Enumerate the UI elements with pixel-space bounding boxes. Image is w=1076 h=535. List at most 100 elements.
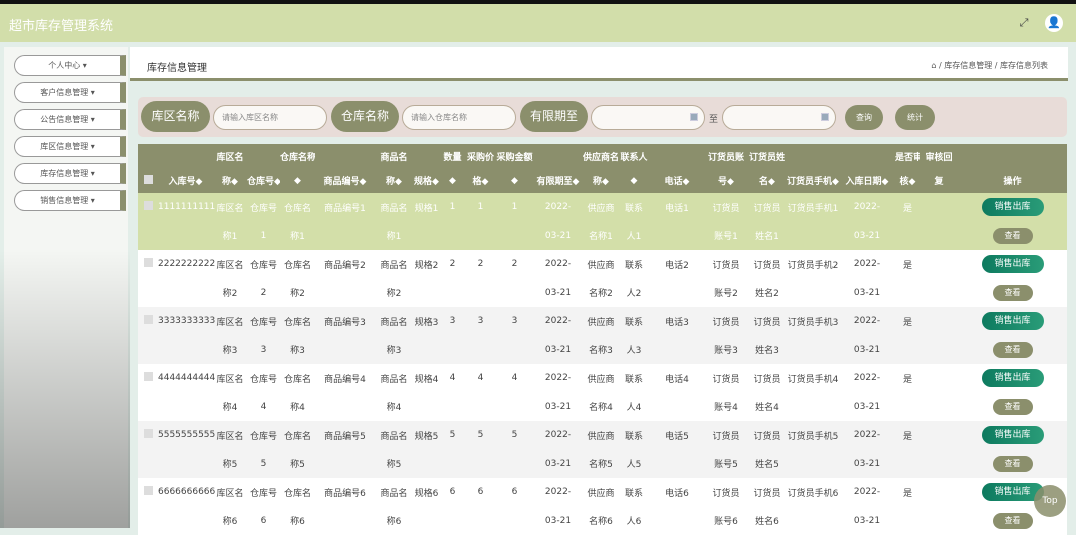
table-row[interactable]: 称55称5称503-21名称5人5账号5姓名503-21查看: [138, 450, 1067, 479]
cell-code: [315, 336, 375, 365]
column-header: 数量: [440, 144, 465, 169]
column-header[interactable]: 核◆: [895, 169, 920, 194]
sale-out-button[interactable]: 销售出库: [982, 426, 1044, 444]
column-header[interactable]: 称◆: [375, 169, 413, 194]
select-all-checkbox[interactable]: [144, 175, 153, 184]
expiry-start-input[interactable]: [591, 105, 705, 130]
cell-oname: 姓名6: [747, 507, 787, 535]
view-button[interactable]: 查看: [993, 285, 1033, 301]
sale-out-button[interactable]: 销售出库: [982, 198, 1044, 216]
table-row[interactable]: 2222222222库区名仓库号仓库名商品编号2商品名规格22222022-供应…: [138, 250, 1067, 279]
row-checkbox[interactable]: [144, 486, 153, 495]
column-header[interactable]: 入库日期◆: [839, 169, 895, 194]
table-row[interactable]: 称11称1称103-21名称1人1账号1姓名103-21查看: [138, 222, 1067, 251]
table-row[interactable]: 称66称6称603-21名称6人6账号6姓名603-21查看: [138, 507, 1067, 535]
cell-wno: 5: [247, 450, 280, 479]
cell-wno: 3: [247, 336, 280, 365]
cell-id: [158, 507, 213, 535]
view-button[interactable]: 查看: [993, 399, 1033, 415]
table-row[interactable]: 3333333333库区名仓库号仓库名商品编号3商品名规格33332022-供应…: [138, 307, 1067, 336]
sale-out-button[interactable]: 销售出库: [982, 312, 1044, 330]
table-row[interactable]: 称33称3称303-21名称3人3账号3姓名303-21查看: [138, 336, 1067, 365]
table-row[interactable]: 5555555555库区名仓库号仓库名商品编号5商品名规格55552022-供应…: [138, 421, 1067, 450]
stats-button[interactable]: 统计: [895, 105, 935, 130]
column-header[interactable]: 称◆: [213, 169, 247, 194]
table-row[interactable]: 6666666666库区名仓库号仓库名商品编号6商品名规格66662022-供应…: [138, 478, 1067, 507]
sidebar-item-sales[interactable]: 销售信息管理 ▾: [14, 190, 126, 211]
column-header[interactable]: 电话◆: [649, 169, 705, 194]
home-icon[interactable]: ⌂: [931, 61, 936, 70]
sale-out-button[interactable]: 销售出库: [982, 369, 1044, 387]
table-row[interactable]: 4444444444库区名仓库号仓库名商品编号4商品名规格44442022-供应…: [138, 364, 1067, 393]
cell-code: 商品编号6: [315, 478, 375, 507]
column-header[interactable]: 复: [920, 169, 958, 194]
sale-out-button[interactable]: 销售出库: [982, 255, 1044, 273]
cell-phone: [649, 279, 705, 308]
sidebar-item-zone[interactable]: 库区信息管理 ▾: [14, 136, 126, 157]
cell-wno: 仓库号: [247, 478, 280, 507]
column-header[interactable]: 名◆: [747, 169, 787, 194]
row-checkbox[interactable]: [144, 201, 153, 210]
column-header[interactable]: ◆: [280, 169, 315, 194]
view-button[interactable]: 查看: [993, 342, 1033, 358]
column-header[interactable]: ◆: [440, 169, 465, 194]
view-button[interactable]: 查看: [993, 456, 1033, 472]
view-button[interactable]: 查看: [993, 513, 1033, 529]
column-header[interactable]: 仓库号◆: [247, 169, 280, 194]
cell-code: [315, 507, 375, 535]
sidebar-item-personal-center[interactable]: 个人中心 ▾: [14, 55, 126, 76]
sidebar-item-inventory[interactable]: 库存信息管理 ▾: [14, 163, 126, 184]
back-to-top-button[interactable]: Top: [1034, 485, 1066, 517]
sidebar-item-notice[interactable]: 公告信息管理 ▾: [14, 109, 126, 130]
actions-cell: 销售出库: [958, 307, 1067, 336]
checkbox-cell: [138, 279, 158, 308]
cell-acct: 账号5: [705, 450, 747, 479]
row-checkbox[interactable]: [144, 372, 153, 381]
cell-code: [315, 222, 375, 251]
cell-mobile: 订货员手机2: [787, 250, 839, 279]
cell-reply: [920, 193, 958, 222]
column-header[interactable]: 号◆: [705, 169, 747, 194]
cell-zone: 称1: [213, 222, 247, 251]
sidebar-item-customer[interactable]: 客户信息管理 ▾: [14, 82, 126, 103]
sidebar-item-label: 客户信息管理: [40, 88, 88, 97]
cell-wno: 仓库号: [247, 364, 280, 393]
cell-zone: 称6: [213, 507, 247, 535]
cell-pname: 称2: [375, 279, 413, 308]
cell-acct: 账号2: [705, 279, 747, 308]
sidebar: 个人中心 ▾ 客户信息管理 ▾ 公告信息管理 ▾ 库区信息管理 ▾ 库存信息管理…: [4, 47, 128, 528]
view-button[interactable]: 查看: [993, 228, 1033, 244]
cell-zone: 称2: [213, 279, 247, 308]
table-row[interactable]: 称44称4称403-21名称4人4账号4姓名403-21查看: [138, 393, 1067, 422]
cell-amount: 4: [496, 364, 533, 393]
calendar-icon[interactable]: [690, 113, 698, 121]
query-button[interactable]: 查询: [845, 105, 883, 130]
cell-audit: [895, 279, 920, 308]
calendar-icon[interactable]: [821, 113, 829, 121]
column-header[interactable]: 商品编号◆: [315, 169, 375, 194]
user-icon[interactable]: 👤: [1045, 14, 1063, 32]
table-row[interactable]: 1111111111库区名仓库号仓库名商品编号1商品名规格11112022-供应…: [138, 193, 1067, 222]
expiry-end-input[interactable]: [722, 105, 836, 130]
cell-expiry: 2022-: [533, 364, 583, 393]
row-checkbox[interactable]: [144, 429, 153, 438]
warehouse-name-input[interactable]: 请输入仓库名称: [402, 105, 516, 130]
column-header[interactable]: 入库号◆: [158, 169, 213, 194]
row-checkbox[interactable]: [144, 258, 153, 267]
cell-price: [465, 279, 496, 308]
cell-mobile: [787, 222, 839, 251]
warehouse-name-label: 仓库名称: [331, 101, 399, 132]
column-header[interactable]: 格◆: [465, 169, 496, 194]
zone-name-input[interactable]: 请输入库区名称: [213, 105, 327, 130]
column-header[interactable]: 有限期至◆: [533, 169, 583, 194]
column-header[interactable]: 规格◆: [413, 169, 440, 194]
fullscreen-icon[interactable]: ⤢: [1015, 14, 1033, 32]
column-header[interactable]: 称◆: [583, 169, 619, 194]
column-header[interactable]: 订货员手机◆: [787, 169, 839, 194]
column-header[interactable]: ◆: [496, 169, 533, 194]
breadcrumb-item[interactable]: 库存信息管理: [944, 61, 992, 70]
column-header[interactable]: ◆: [619, 169, 649, 194]
table-row[interactable]: 称22称2称203-21名称2人2账号2姓名203-21查看: [138, 279, 1067, 308]
row-checkbox[interactable]: [144, 315, 153, 324]
cell-code: 商品编号1: [315, 193, 375, 222]
